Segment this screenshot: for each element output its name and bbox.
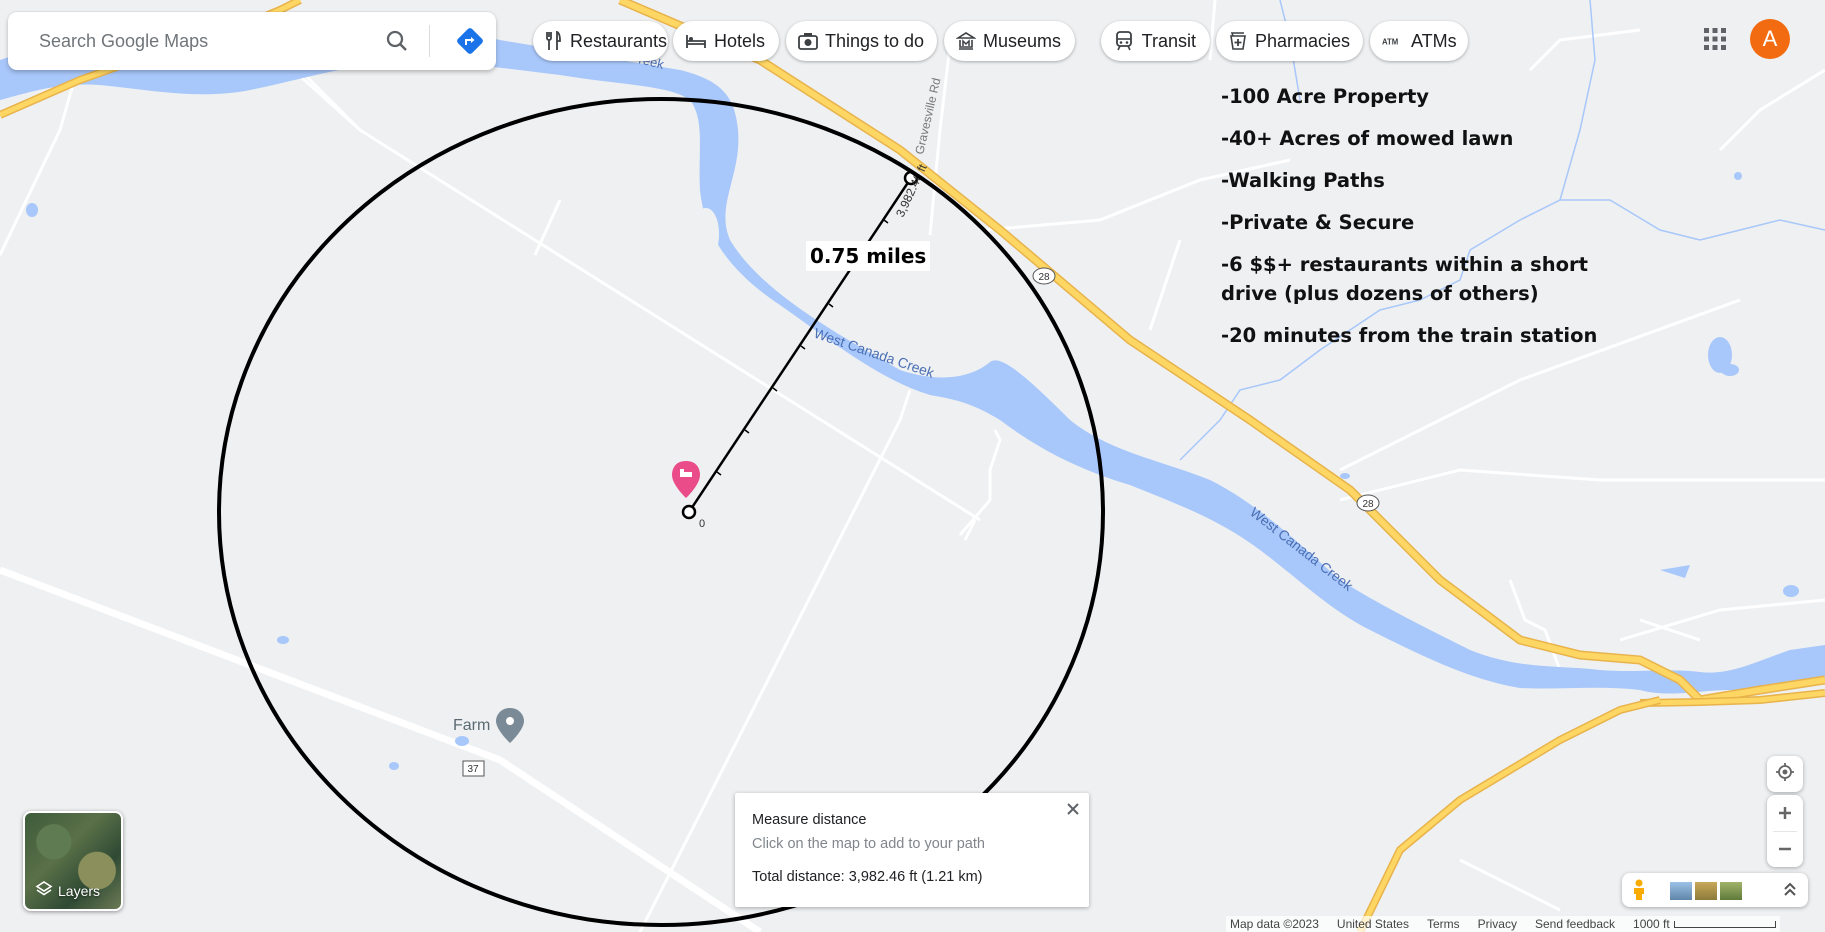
measure-title: Measure distance xyxy=(752,812,867,828)
measure-distance-panel: Measure distance Click on the map to add… xyxy=(735,793,1089,907)
chip-transit[interactable]: Transit xyxy=(1101,21,1210,61)
imagery-thumb-1[interactable] xyxy=(1670,882,1692,900)
bed-icon xyxy=(685,30,707,52)
layers-label: Layers xyxy=(58,882,101,899)
apps-grid-icon[interactable] xyxy=(1701,25,1729,53)
atm-icon: ATM xyxy=(1382,30,1404,52)
svg-text:28: 28 xyxy=(1362,499,1374,510)
note-5: -6 $$+ restaurants within a short drive … xyxy=(1221,253,1588,305)
zoom-in-button[interactable] xyxy=(1767,795,1803,831)
close-icon[interactable] xyxy=(1063,799,1083,819)
account-avatar[interactable]: A xyxy=(1750,19,1790,59)
my-location-button[interactable] xyxy=(1767,756,1803,792)
country-link[interactable]: United States xyxy=(1337,917,1409,931)
property-notes: -100 Acre Property -40+ Acres of mowed l… xyxy=(1221,82,1621,363)
chip-atms[interactable]: ATM ATMs xyxy=(1370,21,1468,61)
scale-bar xyxy=(1673,920,1776,928)
measure-total: Total distance: 3,982.46 ft (1.21 km) xyxy=(752,869,983,885)
scale-label[interactable]: 1000 ft xyxy=(1633,917,1670,931)
chip-pharmacies[interactable]: Pharmacies xyxy=(1216,21,1363,61)
chip-museums[interactable]: Museums xyxy=(944,21,1075,61)
measure-zero-label: 0 xyxy=(699,518,705,530)
search-icon[interactable] xyxy=(382,26,412,56)
imagery-thumb-2[interactable] xyxy=(1695,882,1717,900)
privacy-link[interactable]: Privacy xyxy=(1478,917,1517,931)
layers-button[interactable]: Layers xyxy=(23,811,123,911)
search-divider xyxy=(429,25,430,57)
map-footer: Map data ©2023 United States Terms Priva… xyxy=(1226,916,1780,932)
directions-icon[interactable] xyxy=(455,26,485,56)
search-input[interactable] xyxy=(37,29,381,53)
imagery-strip xyxy=(1622,873,1808,907)
map-data-label: Map data ©2023 xyxy=(1230,917,1319,931)
train-icon xyxy=(1113,30,1135,52)
svg-text:37: 37 xyxy=(467,764,479,775)
zoom-controls xyxy=(1767,795,1803,867)
chip-hotels[interactable]: Hotels xyxy=(673,21,779,61)
expand-up-icon[interactable] xyxy=(1782,881,1798,904)
radius-label: 0.75 miles xyxy=(806,241,931,271)
pharmacy-icon xyxy=(1228,30,1248,52)
camera-icon xyxy=(798,30,818,52)
note-6: -20 minutes from the train station xyxy=(1221,324,1598,347)
fork-knife-icon xyxy=(545,30,563,52)
layers-icon xyxy=(35,880,53,901)
search-box xyxy=(8,12,496,70)
route-28-shield-b: 28 xyxy=(1356,494,1380,512)
terms-link[interactable]: Terms xyxy=(1427,917,1460,931)
svg-text:28: 28 xyxy=(1038,272,1050,283)
chip-things-to-do[interactable]: Things to do xyxy=(786,21,937,61)
zoom-out-button[interactable] xyxy=(1767,831,1803,867)
chip-restaurants[interactable]: Restaurants xyxy=(533,21,668,61)
measure-start-point xyxy=(681,504,697,520)
farm-label: Farm xyxy=(453,717,490,734)
route-37-shield: 37 xyxy=(462,760,485,777)
note-3: -Walking Paths xyxy=(1221,169,1385,192)
measure-hint: Click on the map to add to your path xyxy=(752,836,985,852)
note-4: -Private & Secure xyxy=(1221,211,1415,234)
museum-icon xyxy=(956,30,976,52)
pegman-icon[interactable] xyxy=(1631,879,1647,906)
note-2: -40+ Acres of mowed lawn xyxy=(1221,127,1514,150)
imagery-thumb-3[interactable] xyxy=(1720,882,1742,900)
svg-text:ATM: ATM xyxy=(1382,38,1398,47)
route-28-shield-a: 28 xyxy=(1032,267,1056,285)
send-feedback-link[interactable]: Send feedback xyxy=(1535,917,1615,931)
location-icon xyxy=(1775,762,1795,787)
note-1: -100 Acre Property xyxy=(1221,85,1430,108)
